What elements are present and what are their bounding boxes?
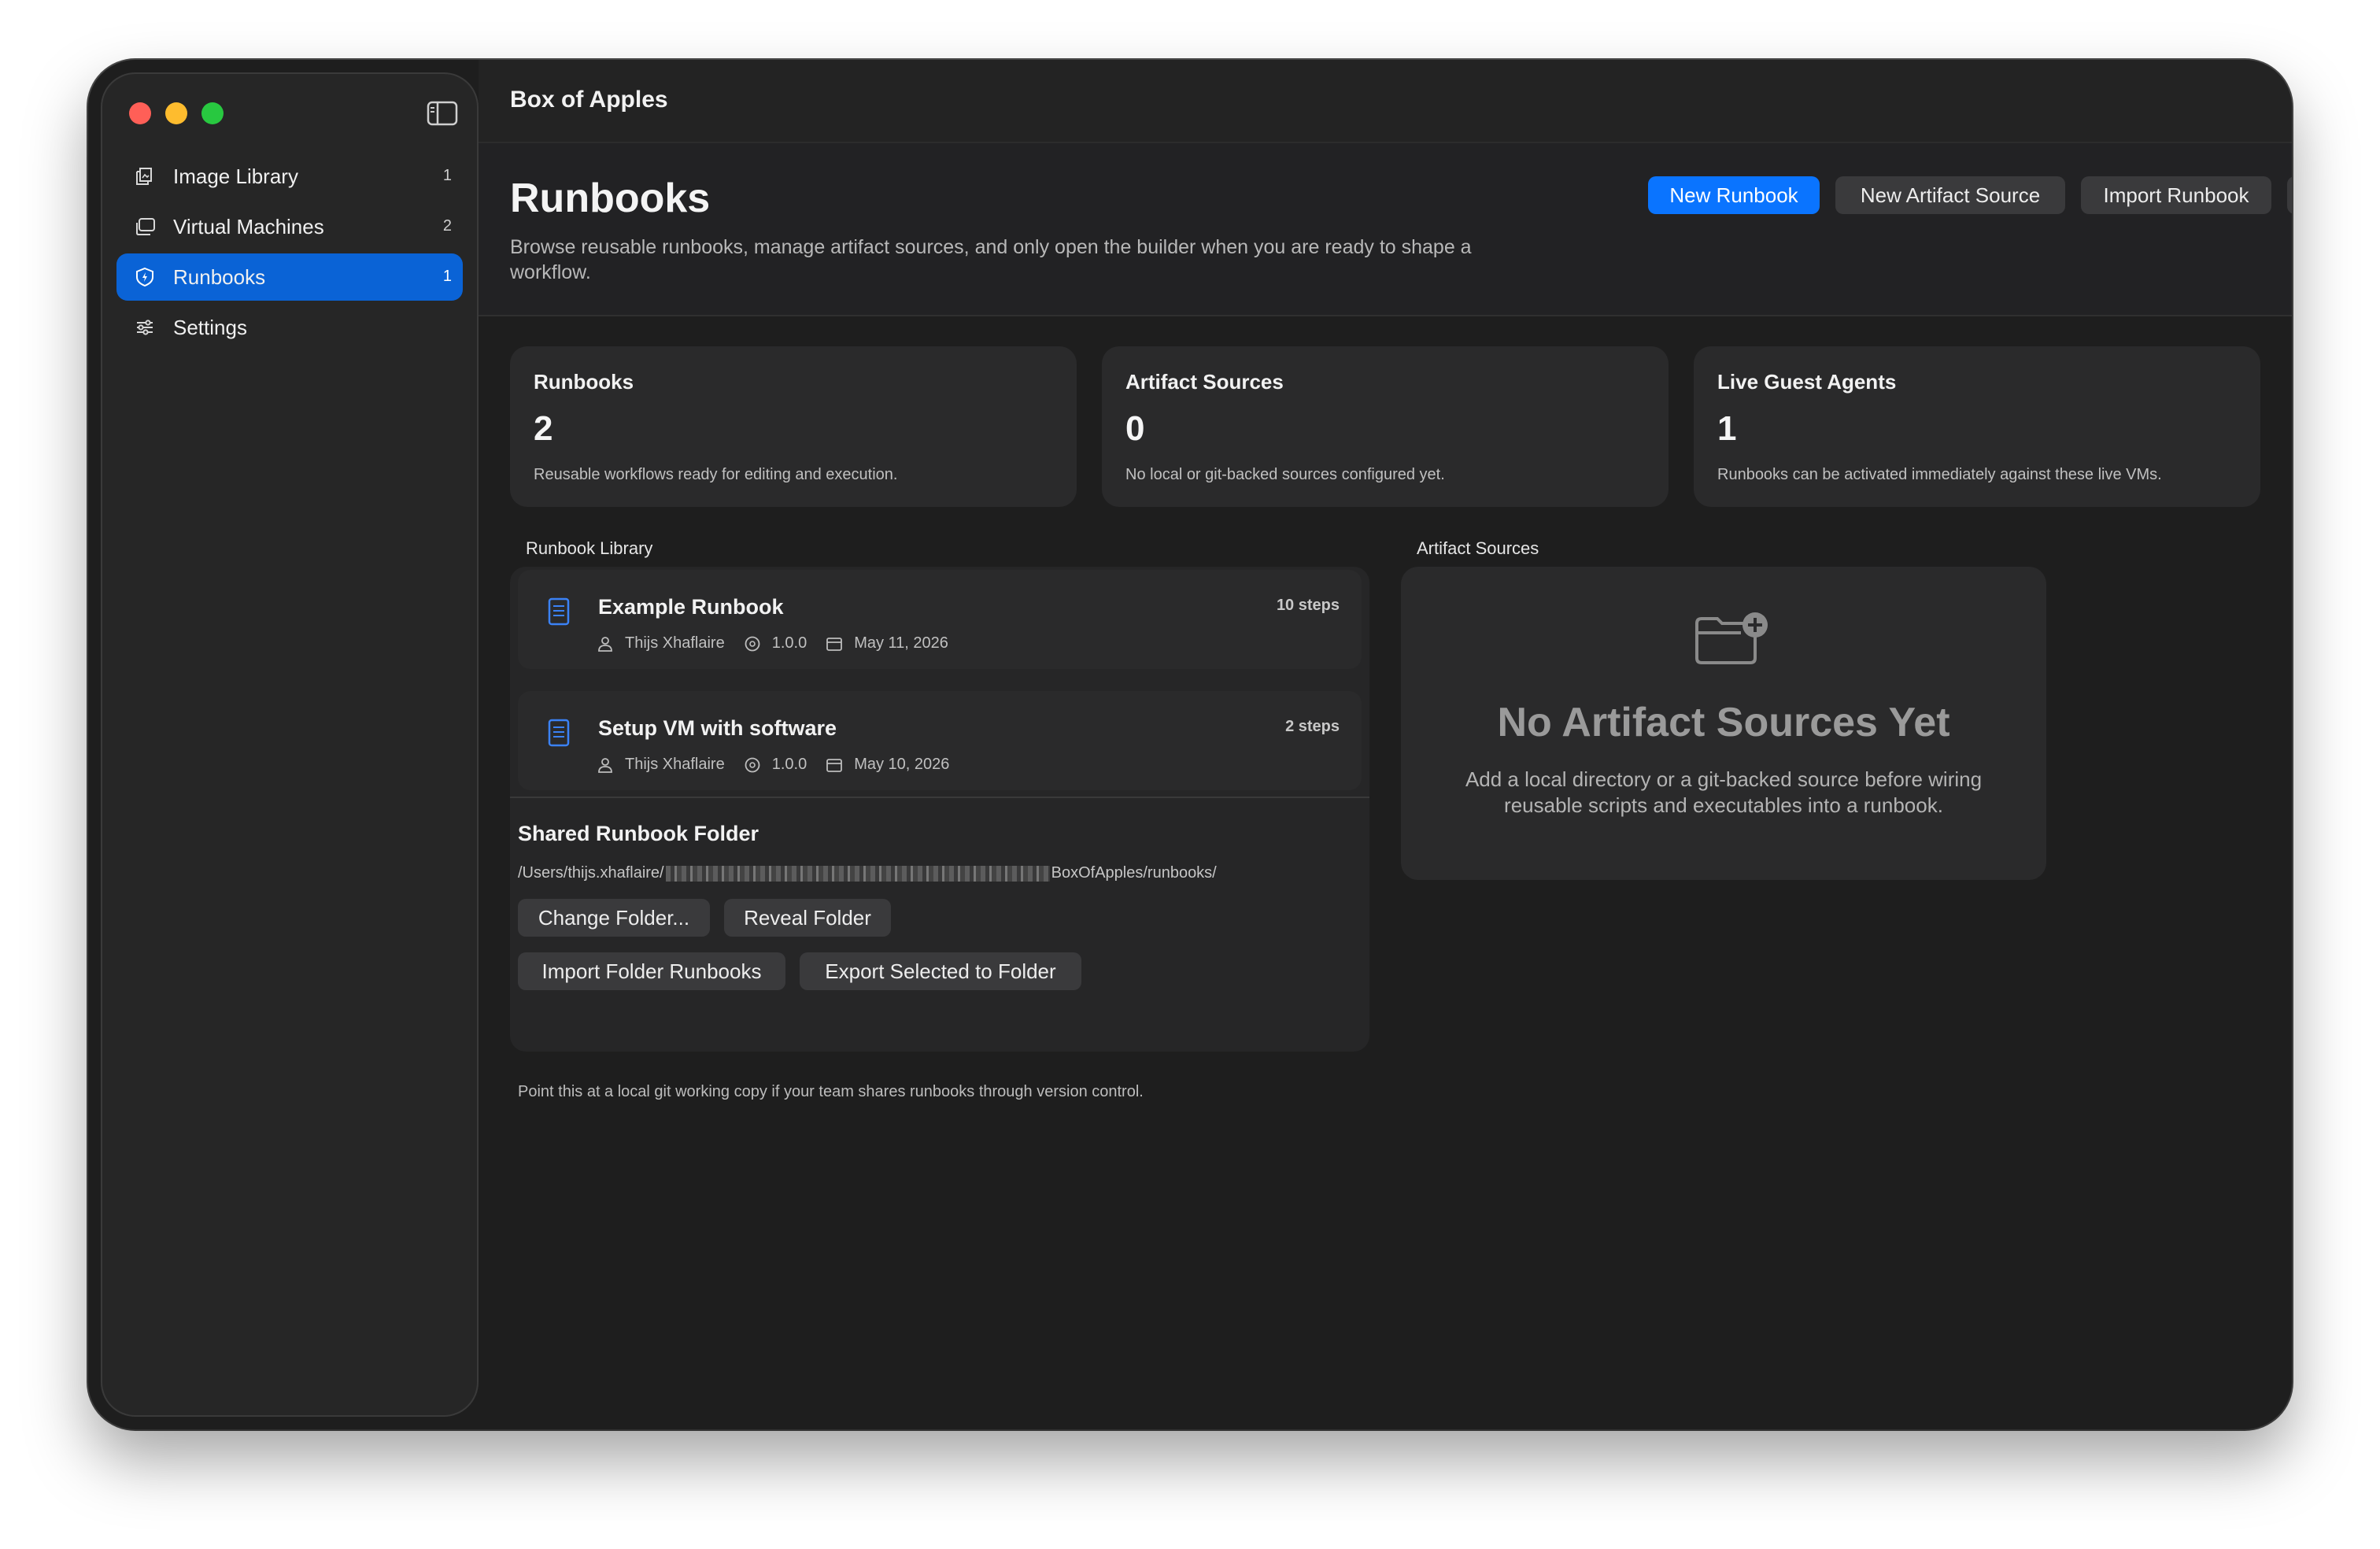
folder-add-icon <box>1695 612 1768 664</box>
stat-description: Reusable workflows ready for editing and… <box>534 466 898 483</box>
runbook-version: 1.0.0 <box>771 634 808 652</box>
runbook-date: May 11, 2026 <box>854 634 948 652</box>
settings-sliders-icon <box>137 320 153 335</box>
virtual-machines-icon <box>136 218 155 235</box>
divider <box>510 797 1369 798</box>
sidebar-toggle-icon[interactable] <box>427 101 458 126</box>
version-icon <box>745 636 760 651</box>
runbook-document-icon <box>548 719 570 747</box>
version-icon <box>745 757 760 772</box>
runbook-steps: 10 steps <box>1276 597 1340 614</box>
sidebar-item-label: Runbooks <box>173 265 266 289</box>
runbook-date: May 10, 2026 <box>854 756 950 773</box>
artifact-sources-label: Artifact Sources <box>1417 538 1539 558</box>
sidebar-item-label: Virtual Machines <box>173 215 324 238</box>
new-runbook-button[interactable]: New Runbook <box>1648 176 1820 214</box>
folder-path-prefix: /Users/thijs.xhaflaire/ <box>518 864 664 882</box>
import-folder-runbooks-button[interactable]: Import Folder Runbooks <box>518 952 785 990</box>
sidebar-item-runbooks[interactable]: Runbooks 1 <box>116 253 463 301</box>
stat-title: Artifact Sources <box>1125 370 1284 394</box>
stat-title: Runbooks <box>534 370 634 394</box>
person-icon <box>598 636 612 652</box>
empty-state-title: No Artifact Sources Yet <box>1497 700 1950 745</box>
shared-folder-hint: Point this at a local git working copy i… <box>518 1083 1144 1100</box>
sidebar-item-count: 1 <box>442 167 452 184</box>
new-artifact-source-button[interactable]: New Artifact Source <box>1835 176 2065 214</box>
runbook-author: Thijs Xhaflaire <box>625 756 725 773</box>
sidebar-item-image-library[interactable]: Image Library 1 <box>116 153 463 200</box>
runbook-row-setup-vm[interactable]: Setup VM with software 2 steps Thijs Xha… <box>518 691 1362 790</box>
sidebar-nav: Image Library 1 Virtual Machines 2 Runbo… <box>116 153 463 354</box>
stat-card-runbooks: Runbooks 2 Reusable workflows ready for … <box>510 346 1077 507</box>
calendar-icon <box>826 637 843 651</box>
import-runbook-button[interactable]: Import Runbook <box>2081 176 2271 214</box>
runbook-library-label: Runbook Library <box>526 538 653 558</box>
minimize-window-button[interactable] <box>165 102 187 124</box>
redacted-path-segment <box>665 865 1050 882</box>
image-library-icon <box>136 168 152 185</box>
sidebar-item-label: Settings <box>173 316 247 339</box>
reveal-folder-button[interactable]: Reveal Folder <box>724 899 891 937</box>
sidebar-item-settings[interactable]: Settings <box>116 304 463 351</box>
page-title: Runbooks <box>510 176 711 221</box>
sidebar: Image Library 1 Virtual Machines 2 Runbo… <box>101 72 479 1417</box>
app-title: Box of Apples <box>510 87 668 113</box>
sidebar-item-label: Image Library <box>173 165 298 188</box>
runbook-meta: Thijs Xhaflaire 1.0.0 May 10, 2026 <box>597 756 968 774</box>
stat-description: No local or git-backed sources configure… <box>1125 466 1445 483</box>
change-folder-button[interactable]: Change Folder... <box>518 899 710 937</box>
zoom-window-button[interactable] <box>201 102 224 124</box>
stat-title: Live Guest Agents <box>1717 370 1897 394</box>
sidebar-item-count: 2 <box>442 217 452 235</box>
stat-card-live-guest-agents: Live Guest Agents 1 Runbooks can be acti… <box>1694 346 2260 507</box>
runbook-library-panel: Example Runbook 10 steps Thijs Xhaflaire… <box>510 567 1369 1100</box>
runbook-name: Example Runbook <box>598 595 784 619</box>
help-button[interactable]: ? <box>2287 176 2292 214</box>
stat-value: 2 <box>534 409 553 448</box>
runbook-steps: 2 steps <box>1285 718 1340 735</box>
runbook-author: Thijs Xhaflaire <box>625 634 725 652</box>
runbooks-icon <box>136 267 153 287</box>
shared-folder-path: /Users/thijs.xhaflaire/ BoxOfApples/runb… <box>518 864 1217 882</box>
shared-folder-title: Shared Runbook Folder <box>518 822 759 845</box>
runbook-row-example[interactable]: Example Runbook 10 steps Thijs Xhaflaire… <box>518 570 1362 669</box>
page-subtitle: Browse reusable runbooks, manage artifac… <box>510 236 1472 283</box>
folder-path-suffix: BoxOfApples/runbooks/ <box>1051 864 1217 882</box>
runbook-document-icon <box>548 597 570 626</box>
export-selected-button[interactable]: Export Selected to Folder <box>800 952 1081 990</box>
artifact-sources-empty-state: No Artifact Sources Yet Add a local dire… <box>1401 567 2046 880</box>
runbook-version: 1.0.0 <box>771 756 808 773</box>
close-window-button[interactable] <box>129 102 151 124</box>
person-icon <box>598 757 612 773</box>
stat-value: 1 <box>1717 409 1737 448</box>
main-content: Box of Apples Runbooks Browse reusable r… <box>479 60 2292 1429</box>
runbook-meta: Thijs Xhaflaire 1.0.0 May 11, 2026 <box>597 634 967 653</box>
sidebar-item-count: 1 <box>442 268 452 285</box>
stat-description: Runbooks can be activated immediately ag… <box>1717 466 2162 483</box>
empty-state-description: Add a local directory or a git-backed so… <box>1465 767 1983 817</box>
app-window: Image Library 1 Virtual Machines 2 Runbo… <box>88 60 2292 1429</box>
stat-card-artifact-sources: Artifact Sources 0 No local or git-backe… <box>1102 346 1669 507</box>
calendar-icon <box>826 758 843 772</box>
title-bar: Box of Apples <box>479 60 2292 143</box>
stat-value: 0 <box>1125 409 1145 448</box>
page-header: Runbooks Browse reusable runbooks, manag… <box>479 143 2292 316</box>
runbook-name: Setup VM with software <box>598 716 837 740</box>
sidebar-item-virtual-machines[interactable]: Virtual Machines 2 <box>116 203 463 250</box>
